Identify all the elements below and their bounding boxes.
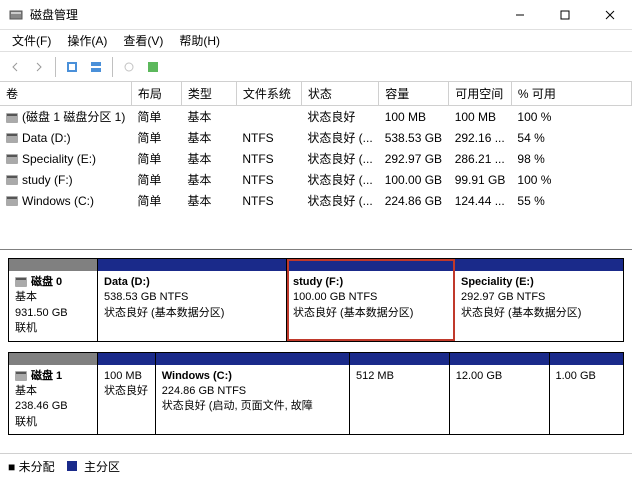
forward-button[interactable] bbox=[28, 56, 50, 78]
table-row[interactable]: Windows (C:)简单基本NTFS状态良好 (...224.86 GB12… bbox=[0, 190, 632, 211]
app-icon bbox=[8, 7, 24, 23]
table-row[interactable]: Data (D:)简单基本NTFS状态良好 (...538.53 GB292.1… bbox=[0, 127, 632, 148]
disk-header[interactable]: 磁盘 0基本931.50 GB联机 bbox=[8, 258, 98, 342]
partition[interactable]: Data (D:)538.53 GB NTFS状态良好 (基本数据分区) bbox=[98, 259, 287, 341]
help-button[interactable] bbox=[142, 56, 164, 78]
partition[interactable]: 12.00 GB bbox=[450, 353, 550, 435]
window-title: 磁盘管理 bbox=[30, 6, 497, 23]
partition[interactable]: Speciality (E:)292.97 GB NTFS状态良好 (基本数据分… bbox=[455, 259, 623, 341]
menu-view[interactable]: 查看(V) bbox=[115, 30, 171, 51]
toolbar-separator bbox=[112, 57, 113, 77]
col-status[interactable]: 状态 bbox=[301, 82, 378, 106]
disk-area: 磁盘 0基本931.50 GB联机Data (D:)538.53 GB NTFS… bbox=[0, 250, 632, 453]
partition[interactable]: 512 MB bbox=[350, 353, 450, 435]
menu-action[interactable]: 操作(A) bbox=[59, 30, 115, 51]
minimize-button[interactable] bbox=[497, 1, 542, 29]
back-button[interactable] bbox=[4, 56, 26, 78]
col-filesystem[interactable]: 文件系统 bbox=[236, 82, 301, 106]
close-button[interactable] bbox=[587, 1, 632, 29]
table-row[interactable]: study (F:)简单基本NTFS状态良好 (...100.00 GB99.9… bbox=[0, 169, 632, 190]
disk-row: 磁盘 1基本238.46 GB联机100 MB状态良好Windows (C:)2… bbox=[8, 352, 624, 436]
menu-help[interactable]: 帮助(H) bbox=[171, 30, 228, 51]
volume-table-wrap: 卷 布局 类型 文件系统 状态 容量 可用空间 % 可用 (磁盘 1 磁盘分区 … bbox=[0, 82, 632, 250]
col-type[interactable]: 类型 bbox=[181, 82, 236, 106]
titlebar: 磁盘管理 bbox=[0, 0, 632, 30]
legend-unallocated: ■ 未分配 bbox=[8, 458, 55, 475]
disk-row: 磁盘 0基本931.50 GB联机Data (D:)538.53 GB NTFS… bbox=[8, 258, 624, 342]
view-button[interactable] bbox=[85, 56, 107, 78]
col-capacity[interactable]: 容量 bbox=[379, 82, 449, 106]
volume-table[interactable]: 卷 布局 类型 文件系统 状态 容量 可用空间 % 可用 (磁盘 1 磁盘分区 … bbox=[0, 82, 632, 211]
partition[interactable]: 100 MB状态良好 bbox=[98, 353, 156, 435]
refresh-button[interactable] bbox=[61, 56, 83, 78]
toolbar-separator bbox=[55, 57, 56, 77]
settings-button[interactable] bbox=[118, 56, 140, 78]
col-volume[interactable]: 卷 bbox=[0, 82, 131, 106]
legend: ■ 未分配 主分区 bbox=[0, 453, 632, 479]
partition[interactable]: 1.00 GB bbox=[550, 353, 624, 435]
maximize-button[interactable] bbox=[542, 1, 587, 29]
menu-file[interactable]: 文件(F) bbox=[4, 30, 59, 51]
legend-primary: 主分区 bbox=[67, 458, 120, 475]
disk-header[interactable]: 磁盘 1基本238.46 GB联机 bbox=[8, 352, 98, 436]
col-pctfree[interactable]: % 可用 bbox=[511, 82, 631, 106]
col-free[interactable]: 可用空间 bbox=[449, 82, 512, 106]
table-row[interactable]: (磁盘 1 磁盘分区 1)简单基本状态良好100 MB100 MB100 % bbox=[0, 106, 632, 128]
toolbar bbox=[0, 52, 632, 82]
partition[interactable]: Windows (C:)224.86 GB NTFS状态良好 (启动, 页面文件… bbox=[156, 353, 350, 435]
table-row[interactable]: Speciality (E:)简单基本NTFS状态良好 (...292.97 G… bbox=[0, 148, 632, 169]
partition[interactable]: study (F:)100.00 GB NTFS状态良好 (基本数据分区) bbox=[287, 259, 455, 341]
col-layout[interactable]: 布局 bbox=[131, 82, 181, 106]
menubar: 文件(F) 操作(A) 查看(V) 帮助(H) bbox=[0, 30, 632, 52]
